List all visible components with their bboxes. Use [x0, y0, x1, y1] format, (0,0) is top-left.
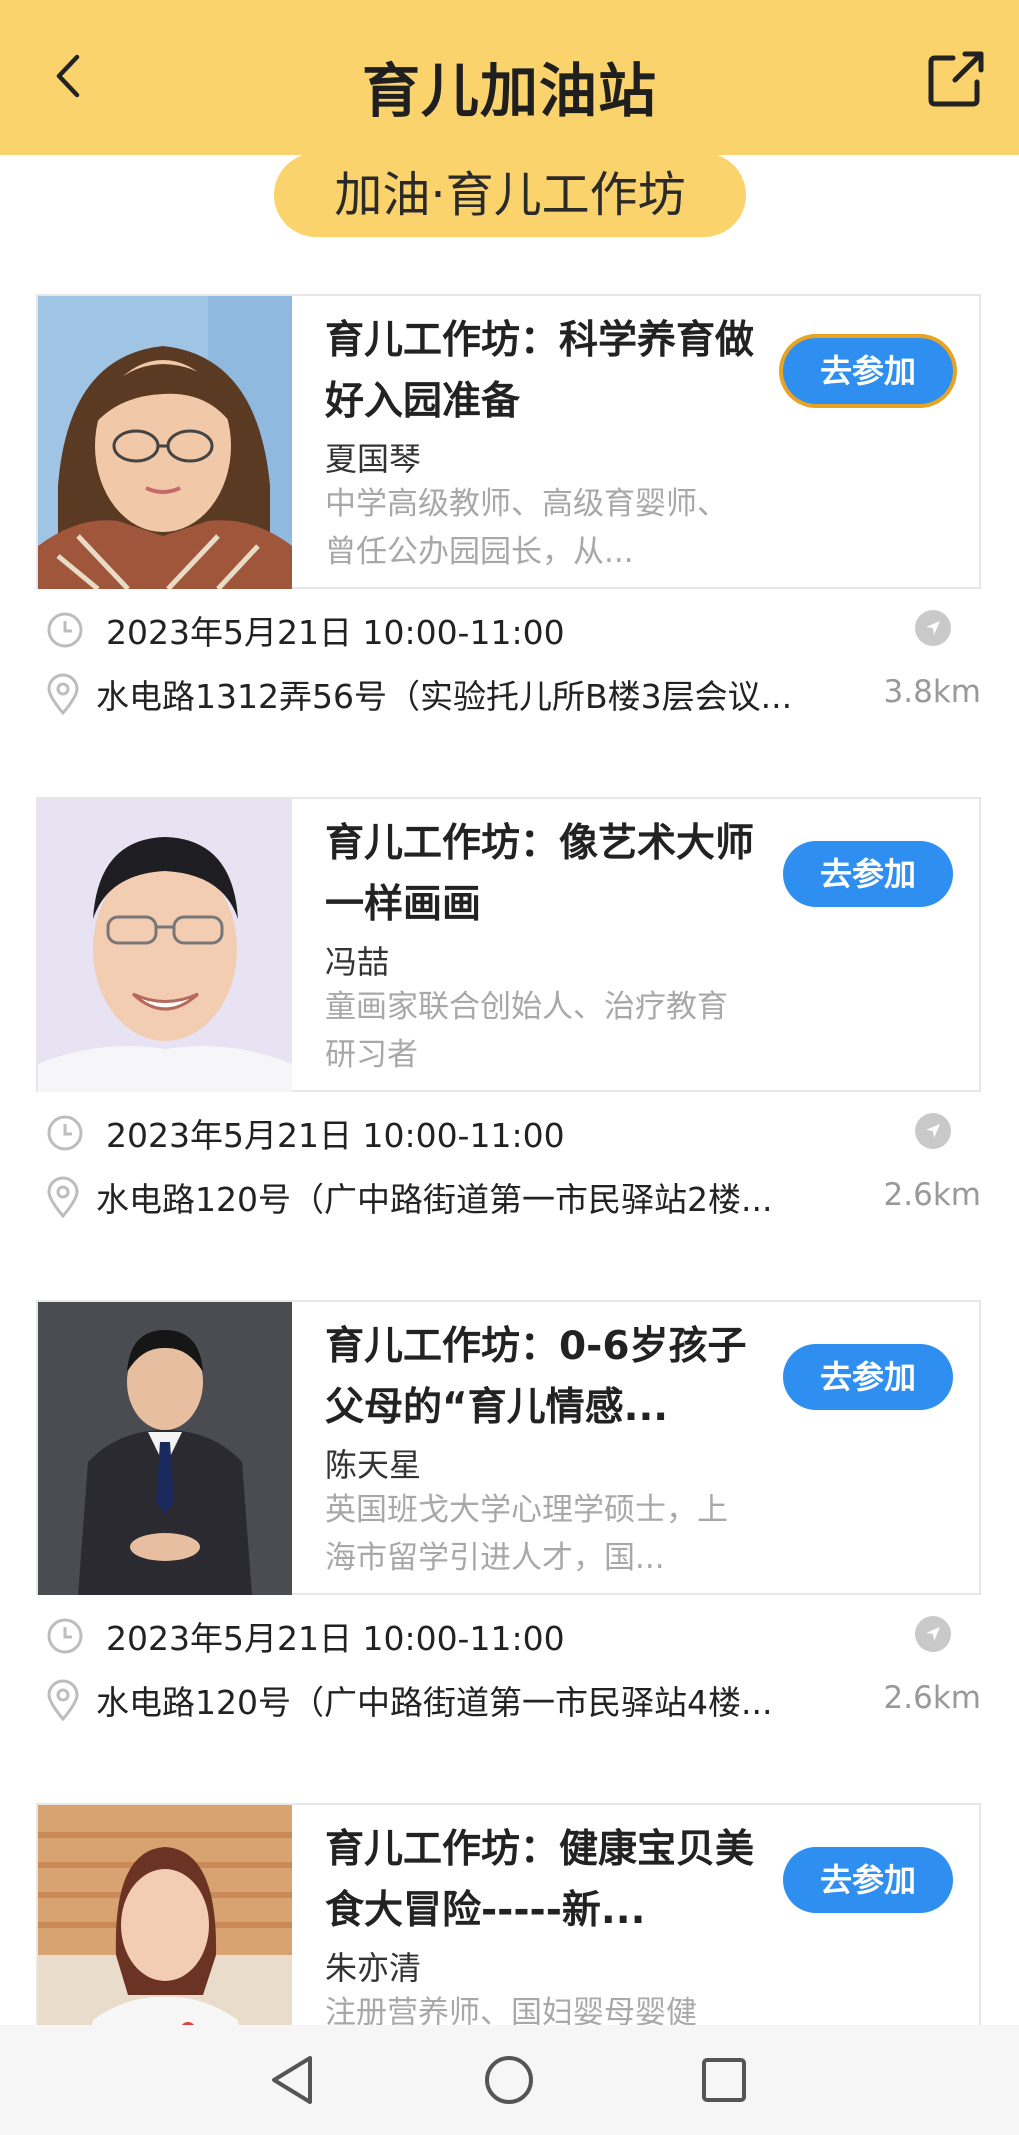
event-location: 水电路120号（广中路街道第一市民驿站4楼...	[96, 1683, 773, 1722]
workshop-title: 育儿工作坊：健康宝贝美食大冒险-----新...	[325, 1827, 755, 1933]
distance-label: 3.8km	[883, 674, 981, 710]
join-button[interactable]: 去参加	[783, 841, 953, 907]
speaker-name: 陈天星	[325, 1446, 422, 1484]
time-row: 2023年5月21日 10:00-11:00	[46, 606, 565, 654]
speaker-photo	[38, 1805, 292, 2025]
event-location: 水电路120号（广中路街道第一市民驿站2楼...	[96, 1180, 773, 1219]
workshop-card[interactable]: 育儿工作坊：科学养育做好入园准备 夏国琴 中学高级教师、高级育婴师、曾任公办园园…	[36, 294, 981, 589]
system-nav-bar	[0, 2025, 1019, 2135]
location-pin-icon	[47, 1679, 79, 1721]
clock-icon	[47, 1618, 83, 1654]
app-header: 育儿加油站	[0, 0, 1019, 155]
event-time: 2023年5月21日 10:00-11:00	[106, 613, 565, 652]
speaker-description: 中学高级教师、高级育婴师、曾任公办园园长，从...	[325, 486, 728, 570]
time-row: 2023年5月21日 10:00-11:00	[46, 1612, 565, 1660]
speaker-description: 童画家联合创始人、治疗教育研习者	[325, 989, 728, 1073]
speaker-name: 夏国琴	[325, 440, 422, 478]
location-row[interactable]: 水电路120号（广中路街道第一市民驿站2楼...	[46, 1171, 806, 1223]
workshop-title: 育儿工作坊：0-6岁孩子父母的“育儿情感...	[325, 1324, 747, 1430]
location-row[interactable]: 水电路1312弄56号（实验托儿所B楼3层会议...	[46, 668, 806, 720]
share-icon	[928, 51, 984, 107]
location-pin-icon	[47, 1176, 79, 1218]
join-button[interactable]: 去参加	[783, 1847, 953, 1913]
event-time: 2023年5月21日 10:00-11:00	[106, 1619, 565, 1658]
page-title: 育儿加油站	[361, 57, 657, 125]
workshop-list[interactable]: 育儿工作坊：科学养育做好入园准备 夏国琴 中学高级教师、高级育婴师、曾任公办园园…	[0, 0, 1019, 2025]
workshop-card[interactable]: 育儿工作坊：像艺术大师一样画画 冯喆 童画家联合创始人、治疗教育研习者 去参加	[36, 797, 981, 1092]
speaker-photo	[38, 296, 292, 589]
system-home-button[interactable]	[479, 2050, 539, 2110]
navigation-arrow-icon[interactable]	[915, 610, 951, 646]
time-row: 2023年5月21日 10:00-11:00	[46, 1109, 565, 1157]
location-pin-icon	[47, 673, 79, 715]
navigation-arrow-icon[interactable]	[915, 1113, 951, 1149]
section-title: 加油·育儿工作坊	[274, 153, 746, 237]
system-back-button[interactable]	[262, 2050, 322, 2110]
event-location: 水电路1312弄56号（实验托儿所B楼3层会议...	[96, 677, 793, 716]
workshop-card[interactable]: 育儿工作坊：0-6岁孩子父母的“育儿情感... 陈天星 英国班戈大学心理学硕士，…	[36, 1300, 981, 1595]
workshop-title: 育儿工作坊：像艺术大师一样画画	[325, 821, 755, 927]
distance-label: 2.6km	[883, 1680, 981, 1716]
workshop-title: 育儿工作坊：科学养育做好入园准备	[325, 318, 755, 424]
system-recent-button[interactable]	[694, 2050, 754, 2110]
circle-home-icon	[485, 2056, 533, 2104]
distance-label: 2.6km	[883, 1177, 981, 1213]
share-button[interactable]	[925, 46, 989, 110]
clock-icon	[47, 612, 83, 648]
workshop-card[interactable]: 育儿工作坊：健康宝贝美食大冒险-----新... 朱亦清 注册营养师、国妇婴母婴…	[36, 1803, 981, 2025]
triangle-back-icon	[272, 2056, 312, 2104]
event-time: 2023年5月21日 10:00-11:00	[106, 1116, 565, 1155]
speaker-photo	[38, 1302, 292, 1595]
speaker-description: 注册营养师、国妇婴母婴健	[325, 1995, 697, 2025]
clock-icon	[47, 1115, 83, 1151]
join-button[interactable]: 去参加	[783, 1344, 953, 1410]
square-recent-icon	[702, 2058, 746, 2102]
location-row[interactable]: 水电路120号（广中路街道第一市民驿站4楼...	[46, 1674, 806, 1726]
join-button[interactable]: 去参加	[780, 335, 956, 407]
navigation-arrow-icon[interactable]	[915, 1616, 951, 1652]
speaker-name: 朱亦清	[325, 1949, 422, 1987]
speaker-name: 冯喆	[325, 943, 390, 981]
speaker-description: 英国班戈大学心理学硕士，上海市留学引进人才，国...	[325, 1492, 728, 1576]
speaker-photo	[38, 799, 292, 1092]
